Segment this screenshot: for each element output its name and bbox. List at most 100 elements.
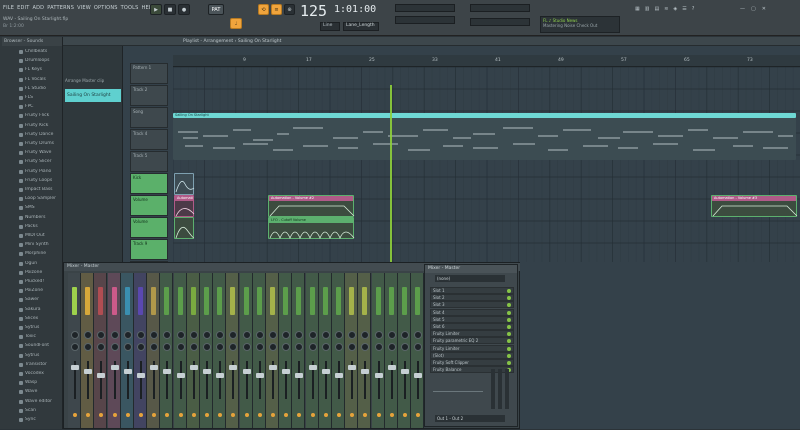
mixer-strip[interactable] xyxy=(266,273,279,428)
browser-header[interactable]: Browser - Sounds xyxy=(2,37,62,46)
browser-item[interactable]: PoiZone xyxy=(25,288,62,293)
stereo-knob[interactable] xyxy=(137,343,145,351)
send-switch[interactable] xyxy=(231,413,236,417)
mixer-strip[interactable] xyxy=(107,273,121,428)
fx-slot[interactable]: Slot 1 xyxy=(430,287,514,294)
send-switch[interactable] xyxy=(139,413,143,417)
browser-item[interactable]: Fruity Kick xyxy=(25,123,62,128)
channel-rack-icon[interactable]: ▤ xyxy=(654,6,659,12)
stereo-knob[interactable] xyxy=(189,343,198,351)
mixer-strip[interactable] xyxy=(147,273,161,428)
mixer-strip[interactable] xyxy=(226,273,240,428)
browser-item[interactable]: Transistor xyxy=(25,362,62,367)
stereo-knob[interactable] xyxy=(176,343,185,351)
browser-item[interactable]: Packs xyxy=(25,224,62,229)
volume-fader[interactable] xyxy=(229,365,238,370)
pan-knob[interactable] xyxy=(163,331,172,339)
volume-fader[interactable] xyxy=(203,369,211,374)
pan-knob[interactable] xyxy=(189,331,198,339)
mixer-strip[interactable] xyxy=(358,273,372,428)
stereo-knob[interactable] xyxy=(242,343,251,351)
song-clip-body[interactable] xyxy=(173,118,796,160)
master-volume-slider[interactable] xyxy=(470,4,530,12)
minimize-icon[interactable]: — xyxy=(740,6,745,12)
mixer-strip[interactable] xyxy=(134,273,147,428)
send-switch[interactable] xyxy=(310,413,315,417)
mixer-strip[interactable] xyxy=(213,273,227,428)
fx-slot-enable-led[interactable] xyxy=(507,332,511,337)
browser-item[interactable]: Wasp xyxy=(25,380,62,385)
send-switch[interactable] xyxy=(323,413,328,417)
browser-item[interactable]: FLS xyxy=(25,95,62,100)
fx-slot[interactable]: Slot 5 xyxy=(430,315,514,323)
automation-clip-small-2[interactable] xyxy=(174,217,195,239)
lfo-clip[interactable]: LFO - Cutoff Volume xyxy=(268,217,355,240)
mixer-strip[interactable] xyxy=(120,273,134,428)
volume-fader[interactable] xyxy=(71,365,79,370)
fx-slot[interactable]: Fruity Soft Clipper xyxy=(430,359,514,366)
fx-slot-enable-led[interactable] xyxy=(507,353,511,358)
stereo-knob[interactable] xyxy=(163,343,172,351)
automation-clip-small[interactable] xyxy=(174,173,195,195)
send-switch[interactable] xyxy=(205,413,209,417)
volume-fader[interactable] xyxy=(321,369,330,374)
stereo-knob[interactable] xyxy=(361,343,370,351)
browser-item[interactable]: Plucked! xyxy=(25,279,62,284)
fx-output-select[interactable]: Out 1 - Out 2 xyxy=(435,415,505,422)
volume-fader[interactable] xyxy=(110,365,119,370)
stereo-knob[interactable] xyxy=(123,343,132,351)
browser-item[interactable]: Scan xyxy=(25,408,62,413)
browser-item[interactable]: Chillbeats xyxy=(25,49,62,54)
volume-fader[interactable] xyxy=(282,369,291,374)
loop-record-button[interactable]: ⟲ xyxy=(258,4,269,15)
pan-knob[interactable] xyxy=(282,331,291,339)
stereo-knob[interactable] xyxy=(97,343,106,351)
stereo-knob[interactable] xyxy=(335,343,343,351)
fx-slot-enable-led[interactable] xyxy=(507,325,511,329)
volume-fader[interactable] xyxy=(255,373,264,378)
mixer-strip[interactable] xyxy=(173,273,187,428)
mixer-strip[interactable] xyxy=(345,273,359,428)
close-icon[interactable]: ✕ xyxy=(762,6,766,12)
stereo-knob[interactable] xyxy=(387,343,396,351)
fx-slot-enable-led[interactable] xyxy=(507,296,511,301)
volume-fader[interactable] xyxy=(414,373,423,378)
mixer-strip[interactable] xyxy=(292,273,306,428)
pan-knob[interactable] xyxy=(387,331,396,339)
pan-knob[interactable] xyxy=(321,331,330,339)
pan-knob[interactable] xyxy=(84,331,93,339)
mixer-icon[interactable]: ≋ xyxy=(664,6,668,12)
blend-notes-button[interactable]: ⊕ xyxy=(284,4,295,15)
pattern-song-toggle[interactable]: PAT xyxy=(208,4,224,15)
step-edit-button[interactable]: ≡ xyxy=(271,4,282,15)
news-panel[interactable]: FL ♪ Studio News Mastering Noise Check O… xyxy=(540,16,620,33)
send-switch[interactable] xyxy=(389,413,394,417)
browser-item[interactable]: FL Studio xyxy=(25,86,62,91)
browser-item[interactable]: SoundFont xyxy=(25,343,62,348)
stereo-knob[interactable] xyxy=(255,343,264,351)
browser-item[interactable]: Numbers xyxy=(25,215,62,220)
browser-item[interactable]: Drumloops xyxy=(25,58,62,63)
mixer-strip[interactable] xyxy=(94,273,108,428)
mixer-strip[interactable] xyxy=(371,273,385,428)
send-switch[interactable] xyxy=(337,413,341,417)
send-switch[interactable] xyxy=(350,413,355,417)
send-switch[interactable] xyxy=(218,413,223,417)
fx-slot[interactable]: Fruity parametric EQ 2 xyxy=(430,337,514,345)
snap-select[interactable]: Lane_Length xyxy=(343,22,379,31)
menu-add[interactable]: ADD xyxy=(32,5,44,11)
volume-fader[interactable] xyxy=(189,365,198,370)
stereo-knob[interactable] xyxy=(216,343,225,351)
pan-knob[interactable] xyxy=(335,331,343,339)
send-switch[interactable] xyxy=(376,413,381,417)
eq-fader-2[interactable] xyxy=(498,369,502,409)
stop-button[interactable]: ■ xyxy=(164,4,176,15)
browser-icon[interactable]: ☰ xyxy=(682,6,686,12)
fx-slot-enable-led[interactable] xyxy=(507,317,511,322)
volume-fader[interactable] xyxy=(123,369,132,374)
mixer-strip[interactable] xyxy=(81,273,95,428)
pan-knob[interactable] xyxy=(123,331,132,339)
menu-view[interactable]: VIEW xyxy=(77,5,91,11)
browser-item[interactable]: Sytrus xyxy=(25,353,62,358)
mixer-strip[interactable] xyxy=(398,273,411,428)
